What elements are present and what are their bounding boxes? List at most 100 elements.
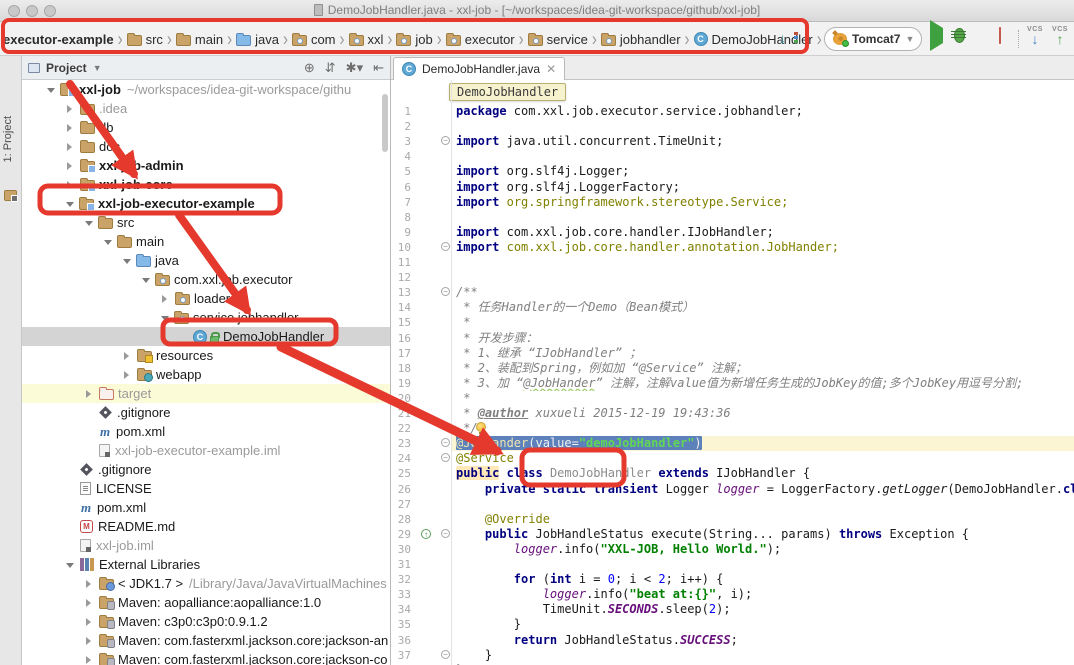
breadcrumb-item-com[interactable]: com [292,32,336,47]
breadcrumb-item-job[interactable]: job [396,32,432,47]
intention-bulb-icon[interactable] [476,422,486,432]
fold-marker-icon[interactable]: − [441,438,450,447]
collapsed-arrow-icon[interactable] [67,181,72,189]
fold-marker-icon[interactable]: − [441,453,450,462]
run-button[interactable] [930,28,943,43]
code-line-15[interactable]: 15 * [391,315,1074,330]
code-line-35[interactable]: 35 } [391,617,1074,632]
code-line-7[interactable]: 7import org.springframework.stereotype.S… [391,195,1074,210]
expanded-arrow-icon[interactable] [66,563,74,568]
fold-marker-icon[interactable]: − [441,650,450,659]
collapsed-arrow-icon[interactable] [162,295,167,303]
code-line-20[interactable]: 20 * [391,391,1074,406]
code-line-3[interactable]: 3−import java.util.concurrent.TimeUnit; [391,134,1074,149]
tree-item--gitignore[interactable]: .gitignore [22,460,390,479]
fold-marker-icon[interactable]: − [441,136,450,145]
chevron-down-icon[interactable]: ▼ [93,63,102,73]
code-line-28[interactable]: 28 @Override [391,512,1074,527]
code-line-2[interactable]: 2 [391,119,1074,134]
collapsed-arrow-icon[interactable] [86,656,91,664]
code-line-8[interactable]: 8 [391,210,1074,225]
tree-item-doc[interactable]: doc [22,137,390,156]
breadcrumb-item-executor-example[interactable]: executor-example [3,32,114,47]
expanded-arrow-icon[interactable] [66,202,74,207]
collapsed-arrow-icon[interactable] [86,390,91,398]
code-line-1[interactable]: 1package com.xxl.job.executor.service.jo… [391,104,1074,119]
code-line-31[interactable]: 31 [391,557,1074,572]
tree-item-resources[interactable]: resources [22,346,390,365]
collapsed-arrow-icon[interactable] [67,124,72,132]
run-configuration-select[interactable]: Tomcat7 ▼ [824,27,922,51]
breadcrumb-item-executor[interactable]: executor [446,32,515,47]
code-line-24[interactable]: 24−@Service [391,451,1074,466]
tree-item-pom-xml[interactable]: mpom.xml [22,422,390,441]
code-line-21[interactable]: 21 * @author xuxueli 2015-12-19 19:43:36 [391,406,1074,421]
tree-item-maven-c3p0-c3p0-0-9-1-2[interactable]: Maven: c3p0:c3p0:0.9.1.2 [22,612,390,631]
code-line-13[interactable]: 13−/** [391,285,1074,300]
tree-item-xxl-job-core[interactable]: xxl-job-core [22,175,390,194]
tab-demojobhandler[interactable]: DemoJobHandler.java ✕ [393,57,565,80]
tree-item-webapp[interactable]: webapp [22,365,390,384]
project-tool-icon[interactable] [4,190,17,201]
project-tool-window-button[interactable]: 1: Project [2,116,14,162]
tree-item-xxl-job-admin[interactable]: xxl-job-admin [22,156,390,175]
hide-panel-icon[interactable]: ⇤ [373,60,384,76]
tree-item-xxl-job-iml[interactable]: xxl-job.iml [22,536,390,555]
code-line-6[interactable]: 6import org.slf4j.LoggerFactory; [391,180,1074,195]
code-line-29[interactable]: 29↑− public JobHandleStatus execute(Stri… [391,527,1074,542]
tree-item--gitignore[interactable]: .gitignore [22,403,390,422]
expanded-arrow-icon[interactable] [47,88,55,93]
collapsed-arrow-icon[interactable] [67,143,72,151]
tree-item-maven-aopalliance-aopalliance-1-0[interactable]: Maven: aopalliance:aopalliance:1.0 [22,593,390,612]
breadcrumb-item-java[interactable]: java [236,32,279,47]
tree-item-license[interactable]: LICENSE [22,479,390,498]
code-line-30[interactable]: 30 logger.info("XXL-JOB, Hello World."); [391,542,1074,557]
expanded-arrow-icon[interactable] [104,240,112,245]
breadcrumb-item-src[interactable]: src [127,32,163,47]
code-line-36[interactable]: 36 return JobHandleStatus.SUCCESS; [391,633,1074,648]
vcs-commit-button[interactable]: VCS↑ [1050,26,1070,45]
tree-item-main[interactable]: main [22,232,390,251]
tree-item-maven-com-fasterxml-jackson-core-jackson-an[interactable]: Maven: com.fasterxml.jackson.core:jackso… [22,631,390,650]
tree-item-xxl-job[interactable]: xxl-job~/workspaces/idea-git-workspace/g… [22,80,390,99]
collapsed-arrow-icon[interactable] [86,599,91,607]
code-line-33[interactable]: 33 logger.info("beat at:{}", i); [391,587,1074,602]
close-tab-icon[interactable]: ✕ [546,62,556,76]
settings-gear-icon[interactable]: ✱▾ [346,60,363,76]
expanded-arrow-icon[interactable] [142,278,150,283]
code-line-12[interactable]: 12 [391,270,1074,285]
tree-item-maven-com-fasterxml-jackson-core-jackson-co[interactable]: Maven: com.fasterxml.jackson.core:jackso… [22,650,390,665]
code-line-32[interactable]: 32 for (int i = 0; i < 2; i++) { [391,572,1074,587]
breadcrumb-item-main[interactable]: main [176,32,223,47]
code-line-19[interactable]: 19 * 3、加 “@JobHander” 注解，注解value值为新增任务生成… [391,376,1074,391]
tree-item-java[interactable]: java [22,251,390,270]
tree-item-pom-xml[interactable]: mpom.xml [22,498,390,517]
code-line-18[interactable]: 18 * 2、装配到Spring，例如加 “@Service” 注解； [391,361,1074,376]
tree-item-db[interactable]: db [22,118,390,137]
code-line-37[interactable]: 37− } [391,648,1074,663]
tree-item--jdk1-7-[interactable]: < JDK1.7 >/Library/Java/JavaVirtualMachi… [22,574,390,593]
code-line-4[interactable]: 4 [391,149,1074,164]
tree-item-xxl-job-executor-example[interactable]: xxl-job-executor-example [22,194,390,213]
fold-marker-icon[interactable]: − [441,287,450,296]
tree-item-src[interactable]: src [22,213,390,232]
code-line-23[interactable]: 23−@JobHander(value="demoJobHandler") [391,436,1074,451]
code-line-5[interactable]: 5import org.slf4j.Logger; [391,164,1074,179]
expanded-arrow-icon[interactable] [161,316,169,321]
navigate-down-icon[interactable]: ↓ [779,30,799,48]
code-line-14[interactable]: 14 * 任务Handler的一个Demo（Bean模式） [391,300,1074,315]
tree-item-readme-md[interactable]: README.md [22,517,390,536]
code-editor[interactable]: 1package com.xxl.job.executor.service.jo… [391,104,1074,665]
collapsed-arrow-icon[interactable] [86,637,91,645]
tree-item-xxl-job-executor-example-iml[interactable]: xxl-job-executor-example.iml [22,441,390,460]
tree-item-com-xxl-job-executor[interactable]: com.xxl.job.executor [22,270,390,289]
collapsed-arrow-icon[interactable] [67,162,72,170]
tree-item-loader[interactable]: loader [22,289,390,308]
collapse-all-icon[interactable]: ⇵ [325,60,336,76]
code-line-9[interactable]: 9import com.xxl.job.core.handler.IJobHan… [391,225,1074,240]
fold-marker-icon[interactable]: − [441,529,450,538]
tree-item-demojobhandler[interactable]: DemoJobHandler [22,327,390,346]
code-line-11[interactable]: 11 [391,255,1074,270]
collapsed-arrow-icon[interactable] [86,580,91,588]
breadcrumb-item-xxl[interactable]: xxl [349,32,384,47]
